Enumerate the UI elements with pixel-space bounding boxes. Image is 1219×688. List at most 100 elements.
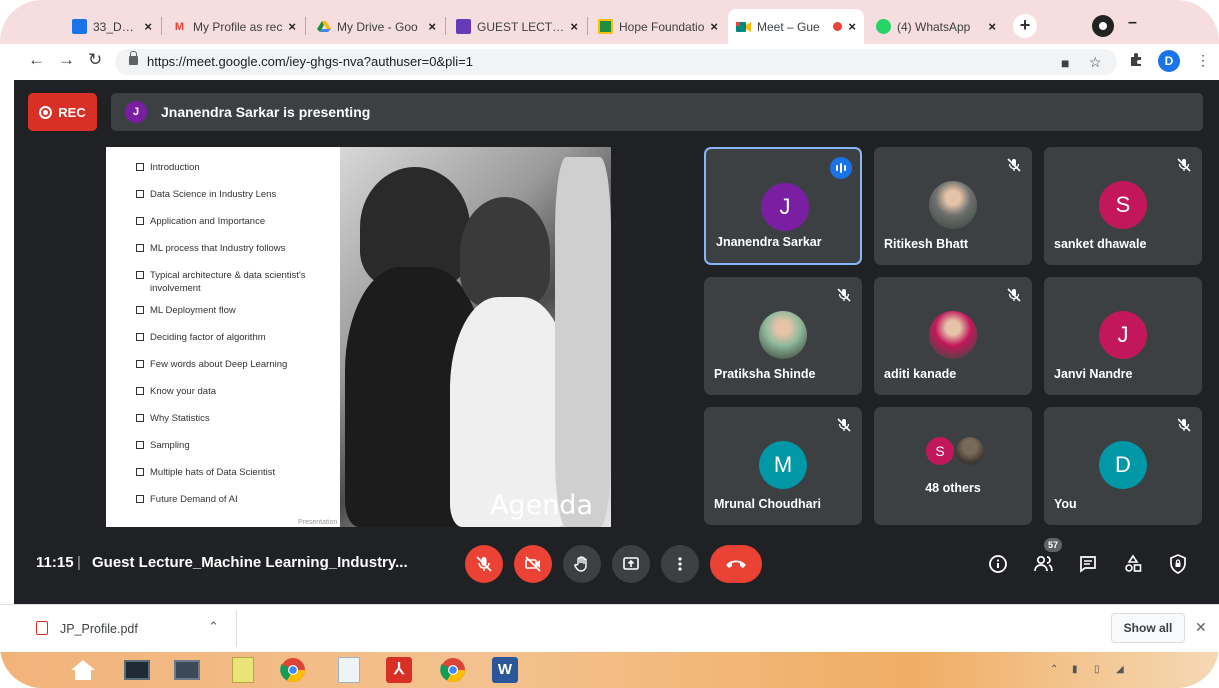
whatsapp-icon <box>876 19 891 34</box>
back-arrow-icon[interactable]: ← <box>28 50 45 70</box>
participant-name: Janvi Nandre <box>1054 367 1133 381</box>
show-all-button[interactable]: Show all <box>1111 613 1185 643</box>
terminal-icon[interactable] <box>122 656 152 684</box>
tab-gmail-profile[interactable]: M My Profile as rec × <box>164 9 304 44</box>
chevron-up-icon[interactable]: ⌃ <box>208 619 219 635</box>
meeting-info-button[interactable] <box>985 551 1011 577</box>
participant-name: Ritikesh Bhatt <box>884 237 969 251</box>
participant-tile[interactable]: J Janvi Nandre <box>1044 277 1202 395</box>
leave-call-button[interactable] <box>710 545 762 583</box>
participant-tile[interactable]: Ritikesh Bhatt <box>874 147 1032 265</box>
camera-off-icon <box>525 556 541 572</box>
meeting-time: 11:15 <box>36 554 74 571</box>
close-icon[interactable]: × <box>710 19 718 34</box>
avatar: S <box>1099 181 1147 229</box>
url-text: https://meet.google.com/iey-ghgs-nva?aut… <box>147 54 473 69</box>
agenda-item: Application and Importance <box>136 215 336 228</box>
host-controls-button[interactable] <box>1165 551 1191 577</box>
present-screen-button[interactable] <box>612 545 650 583</box>
speaking-indicator-icon <box>830 157 852 179</box>
mic-off-icon <box>836 417 852 433</box>
mic-off-icon <box>836 287 852 303</box>
document-icon <box>72 19 87 34</box>
camera-icon[interactable]: ■ <box>1061 55 1069 71</box>
participant-tile[interactable]: M Mrunal Choudhari <box>704 407 862 525</box>
participant-tile[interactable]: Ssanket dhawale <box>1044 147 1202 265</box>
tab-decision[interactable]: 33_Decis × <box>64 9 160 44</box>
participant-name: sanket dhawale <box>1054 237 1147 251</box>
camera-toggle-button[interactable] <box>514 545 552 583</box>
meet-window: REC J Jnanendra Sarkar is presenting Int… <box>14 80 1219 604</box>
browser-toolbar: ← → ↻ https://meet.google.com/iey-ghgs-n… <box>0 44 1219 80</box>
tray-arrow-icon[interactable]: ⌃ <box>1050 664 1058 675</box>
chat-button[interactable] <box>1075 551 1101 577</box>
slide-title: Agenda <box>489 490 593 521</box>
chrome-icon[interactable] <box>278 656 308 684</box>
incognito-profile-icon[interactable] <box>1092 15 1114 37</box>
close-icon[interactable]: × <box>988 19 996 34</box>
chat-icon <box>1080 556 1096 573</box>
battery-icon[interactable]: ▯ <box>1094 664 1100 675</box>
tab-drive[interactable]: My Drive - Goo × <box>308 9 444 44</box>
tab-meet[interactable]: Meet – Gue × <box>728 9 864 44</box>
close-icon[interactable]: × <box>428 19 436 34</box>
lock-icon[interactable] <box>129 51 138 65</box>
close-icon[interactable]: × <box>570 19 578 34</box>
network-icon[interactable]: ▮ <box>1072 664 1078 675</box>
activities-button[interactable] <box>1120 551 1146 577</box>
tab-whatsapp[interactable]: (4) WhatsApp × <box>868 9 1004 44</box>
reload-icon[interactable]: ↻ <box>88 50 102 70</box>
menu-dots-icon[interactable]: ⋮ <box>1196 52 1210 69</box>
participant-tile[interactable]: D You <box>1044 407 1202 525</box>
others-count: 48 others <box>925 481 981 495</box>
avatar: J <box>761 183 809 231</box>
close-icon[interactable]: ✕ <box>1195 619 1207 636</box>
people-button[interactable] <box>1031 551 1057 577</box>
mic-off-icon <box>1006 287 1022 303</box>
close-icon[interactable]: × <box>288 19 296 34</box>
participant-name: Pratiksha Shinde <box>714 367 816 381</box>
mic-off-icon <box>1006 157 1022 173</box>
mic-off-icon <box>476 556 492 572</box>
forward-arrow-icon[interactable]: → <box>58 50 75 70</box>
extensions-icon[interactable] <box>1129 52 1143 69</box>
agenda-item: Sampling <box>136 439 336 452</box>
address-bar[interactable]: https://meet.google.com/iey-ghgs-nva?aut… <box>115 49 1117 75</box>
notepad-icon[interactable] <box>228 656 258 684</box>
avatar-photo <box>929 181 977 229</box>
home-icon[interactable] <box>68 656 98 684</box>
avatar: D <box>1099 441 1147 489</box>
close-icon[interactable]: × <box>848 19 856 34</box>
people-icon <box>1034 555 1053 572</box>
screen: 33_Decis × M My Profile as rec × My Driv… <box>0 0 1219 688</box>
chrome-icon[interactable] <box>438 656 468 684</box>
tab-strip: 33_Decis × M My Profile as rec × My Driv… <box>0 0 1219 44</box>
participant-tile[interactable]: J Jnanendra Sarkar <box>704 147 862 265</box>
minimize-icon[interactable]: – <box>1128 14 1137 32</box>
participant-tile[interactable]: aditi kanade <box>874 277 1032 395</box>
participant-name: Jnanendra Sarkar <box>716 235 822 249</box>
raise-hand-button[interactable] <box>563 545 601 583</box>
volume-icon[interactable]: ◢ <box>1116 664 1124 675</box>
profile-avatar[interactable]: D <box>1158 50 1180 72</box>
download-file-name[interactable]: JP_Profile.pdf <box>60 622 138 636</box>
tab-guest-lecture[interactable]: GUEST LECTURE × <box>448 9 586 44</box>
microphone-toggle-button[interactable] <box>465 545 503 583</box>
acrobat-icon[interactable]: ⅄ <box>384 656 414 684</box>
participant-name: Mrunal Choudhari <box>714 497 821 511</box>
word-icon[interactable]: W <box>490 656 520 684</box>
close-icon[interactable]: × <box>144 19 152 34</box>
tab-hope-foundation[interactable]: Hope Foundatio × <box>590 9 726 44</box>
others-tile[interactable]: S 48 others <box>874 407 1032 525</box>
new-tab-button[interactable]: + <box>1013 14 1037 38</box>
more-options-button[interactable] <box>661 545 699 583</box>
file-icon[interactable] <box>334 656 364 684</box>
tab-separator <box>587 17 588 35</box>
person-figure <box>460 197 550 307</box>
star-icon[interactable]: ☆ <box>1089 54 1102 71</box>
window-icon[interactable] <box>172 656 202 684</box>
participant-tile[interactable]: Pratiksha Shinde <box>704 277 862 395</box>
record-icon <box>39 105 53 119</box>
separator: | <box>77 554 81 571</box>
agenda-item: Why Statistics <box>136 412 336 425</box>
